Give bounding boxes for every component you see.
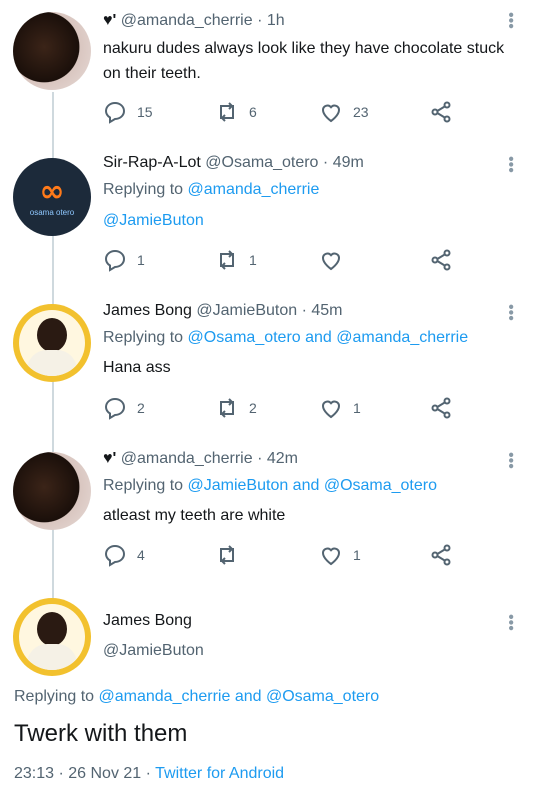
replying-label: Replying to [103,329,184,346]
heart-icon [321,252,341,271]
heart-badge-icon: ♥' [103,12,117,29]
avatar[interactable] [13,452,91,530]
tweet-text: Twerk with them [14,720,188,747]
heart-icon [321,547,341,566]
avatar[interactable] [13,304,91,382]
retweet-icon [220,545,234,565]
reply-button[interactable]: 4 [103,543,145,567]
retweet-icon [220,102,234,122]
replying-to: Replying to @amanda_cherrie and @Osama_o… [14,688,379,706]
user-handle[interactable]: @JamieButon [103,642,204,660]
tweet-text: Hana ass [103,359,171,376]
tweet-actions: 2 2 1 [103,396,483,420]
like-count: 1 [353,547,361,563]
share-button[interactable] [429,100,453,124]
reply-icon [104,249,126,272]
reply-icon [104,101,126,124]
tweet-actions: 15 6 23 [103,100,483,124]
retweet-count: 6 [249,104,257,120]
tweet-text: nakuru dudes always look like they have … [103,40,505,82]
retweet-count: 1 [249,252,257,268]
user-handle[interactable]: @amanda_cherrie [121,12,253,29]
tweet-time: 49m [332,154,364,171]
reply-button[interactable]: 15 [103,100,153,124]
source-link[interactable]: Twitter for Android [155,765,284,782]
avatar[interactable] [13,598,91,676]
reply-button[interactable]: 2 [103,396,145,420]
like-button[interactable]: 1 [319,543,361,567]
display-name[interactable]: Sir-Rap-A-Lot [103,154,201,171]
more-vertical-icon[interactable]: ••• [502,452,519,469]
share-button[interactable] [429,248,453,272]
retweet-button[interactable]: 6 [215,100,257,124]
retweet-button[interactable] [215,543,249,567]
timestamp: 23:13 · 26 Nov 21 · [14,765,156,782]
user-handle[interactable]: @JamieButon [196,302,297,319]
like-button[interactable]: 1 [319,396,361,420]
replying-to: Replying to @JamieButon and @Osama_otero [103,477,437,495]
reply-count: 4 [137,547,145,563]
retweet-icon [220,398,234,418]
reply-count: 15 [137,104,153,120]
replying-to-link[interactable]: @Osama_otero and @amanda_cherrie [188,329,469,346]
retweet-icon [220,250,234,270]
tweet-time: 42m [266,450,298,467]
share-icon [431,101,451,123]
tweet-text[interactable]: @JamieButon [103,208,513,233]
like-count: 1 [353,400,361,416]
heart-icon [321,400,341,419]
tweet-time: 1h [266,12,285,29]
replying-to-link[interactable]: @amanda_cherrie [188,181,320,198]
replying-label: Replying to [103,181,184,198]
tweet-header: James Bong @JamieButon · 45m [103,302,343,319]
retweet-button[interactable]: 1 [215,248,257,272]
avatar[interactable] [13,12,91,90]
share-button[interactable] [429,396,453,420]
replying-label: Replying to [14,688,95,705]
more-vertical-icon[interactable]: ••• [502,156,519,173]
tweet-text: atleast my teeth are white [103,507,286,524]
brand-logo: ∞ [39,173,65,209]
replying-label: Replying to [103,477,184,494]
share-button[interactable] [429,543,453,567]
replying-to-link[interactable]: @amanda_cherrie and @Osama_otero [99,688,380,705]
share-icon [431,544,451,566]
like-button[interactable] [319,248,353,272]
tweet-actions: 4 1 [103,543,483,567]
like-count: 23 [353,104,369,120]
heart-icon [321,104,341,123]
more-vertical-icon[interactable]: ••• [502,614,519,631]
reply-count: 2 [137,400,145,416]
share-icon [431,397,451,419]
reply-count: 1 [137,252,145,268]
tweet-header: ♥' @amanda_cherrie · 42m [103,450,298,467]
more-vertical-icon[interactable]: ••• [502,304,519,321]
display-name[interactable]: James Bong [103,612,192,630]
tweet-time: 45m [311,302,343,319]
share-icon [431,249,451,271]
replying-to: Replying to @Osama_otero and @amanda_che… [103,329,468,347]
user-handle[interactable]: @Osama_otero [205,154,318,171]
replying-to-link[interactable]: @JamieButon and @Osama_otero [188,477,438,494]
more-vertical-icon[interactable]: ••• [502,12,519,29]
replying-to: Replying to @amanda_cherrie [103,181,319,199]
tweet-header: ♥' @amanda_cherrie · 1h [103,12,285,29]
retweet-button[interactable]: 2 [215,396,257,420]
tweet-header: Sir-Rap-A-Lot @Osama_otero · 49m [103,154,364,171]
reply-icon [104,544,126,567]
tweet-actions: 1 1 [103,248,483,272]
reply-icon [104,397,126,420]
user-handle[interactable]: @amanda_cherrie [121,450,253,467]
heart-badge-icon: ♥' [103,450,117,467]
avatar[interactable]: ∞ osama otero [13,158,91,236]
like-button[interactable]: 23 [319,100,369,124]
reply-button[interactable]: 1 [103,248,145,272]
display-name[interactable]: James Bong [103,302,192,319]
retweet-count: 2 [249,400,257,416]
avatar-label: osama otero [29,207,75,217]
tweet-meta: 23:13 · 26 Nov 21 · Twitter for Android [14,765,284,783]
